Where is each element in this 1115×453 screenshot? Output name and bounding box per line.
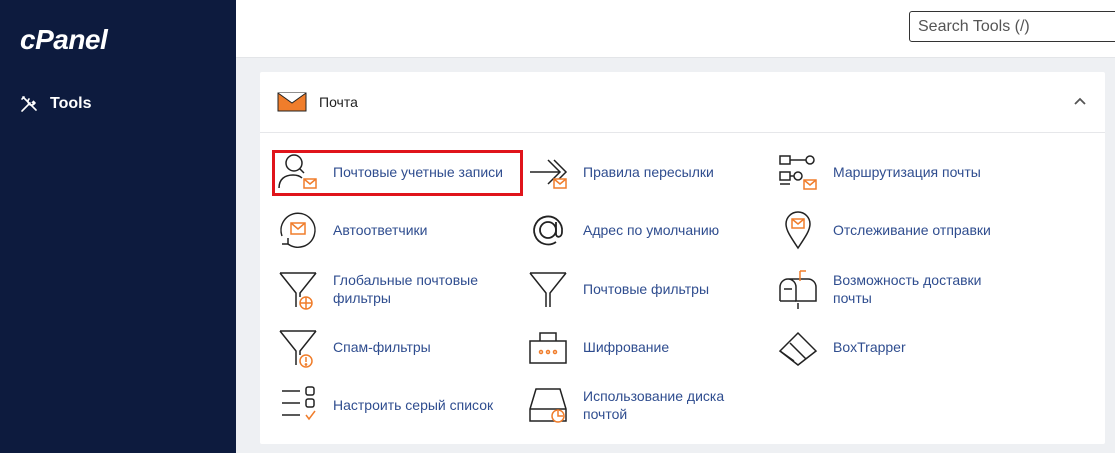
- tool-global-filters[interactable]: Глобальные почтовые фильтры: [276, 267, 513, 311]
- top-bar: [236, 0, 1115, 58]
- tool-boxtrapper[interactable]: BoxTrapper: [776, 325, 1013, 369]
- tool-email-routing[interactable]: Маршрутизация почты: [776, 150, 1013, 194]
- tool-label: Настроить серый список: [333, 397, 494, 413]
- tool-label: Правила пересылки: [583, 164, 714, 180]
- tool-label: Адрес по умолчанию: [583, 222, 720, 238]
- boxtrapper-icon: [776, 325, 820, 369]
- tool-greylisting[interactable]: Настроить серый список: [276, 383, 513, 427]
- tool-label: Спам-фильтры: [333, 339, 431, 355]
- email-accounts-icon: [276, 150, 320, 194]
- tool-email-filters[interactable]: Почтовые фильтры: [526, 267, 763, 311]
- global-filters-icon: [276, 267, 320, 311]
- spam-filters-icon: [276, 325, 320, 369]
- tool-label: Почтовые фильтры: [583, 281, 710, 297]
- tools-icon: [21, 96, 37, 112]
- autoresponders-icon: [276, 208, 320, 252]
- tool-email-accounts[interactable]: Почтовые учетные записи: [276, 150, 513, 194]
- forwarders-icon: [526, 150, 570, 194]
- tool-track-delivery[interactable]: Отслеживание отправки: [776, 208, 1013, 252]
- tool-label: Возможность доставки почты: [833, 272, 982, 306]
- email-section-header[interactable]: Почта: [260, 72, 1105, 133]
- email-section-panel: Почта Почтовые учетные записи Правила пе…: [260, 72, 1105, 444]
- email-deliverability-icon: [776, 267, 820, 311]
- envelope-icon: [277, 92, 307, 112]
- disk-usage-icon: [526, 383, 570, 427]
- email-routing-icon: [776, 150, 820, 194]
- cpanel-logo[interactable]: cPanel: [20, 24, 108, 56]
- email-filters-icon: [526, 267, 570, 311]
- tool-spam-filters[interactable]: Спам-фильтры: [276, 325, 513, 369]
- tool-email-deliverability[interactable]: Возможность доставки почты: [776, 267, 1013, 311]
- default-address-icon: [526, 208, 570, 252]
- tool-label: Глобальные почтовые фильтры: [333, 272, 479, 306]
- tool-label: Почтовые учетные записи: [333, 164, 503, 180]
- tool-label: BoxTrapper: [833, 339, 906, 355]
- sidebar-item-label: Tools: [50, 95, 92, 112]
- track-delivery-icon: [776, 208, 820, 252]
- tool-default-address[interactable]: Адрес по умолчанию: [526, 208, 763, 252]
- encryption-icon: [526, 325, 570, 369]
- section-title: Почта: [319, 94, 358, 110]
- search-input[interactable]: [909, 11, 1115, 42]
- sidebar-item-tools[interactable]: Tools: [20, 90, 91, 118]
- tool-label: Маршрутизация почты: [833, 164, 981, 180]
- tool-label: Отслеживание отправки: [833, 222, 991, 238]
- tool-disk-usage[interactable]: Использование диска почтой: [526, 383, 763, 427]
- tool-autoresponders[interactable]: Автоответчики: [276, 208, 513, 252]
- greylisting-icon: [276, 383, 320, 427]
- tool-forwarders[interactable]: Правила пересылки: [526, 150, 763, 194]
- tool-label: Использование диска почтой: [583, 388, 725, 422]
- chevron-up-icon[interactable]: [1073, 96, 1087, 106]
- tool-label: Шифрование: [583, 339, 670, 355]
- sidebar: cPanel Tools: [0, 0, 236, 453]
- tool-encryption[interactable]: Шифрование: [526, 325, 763, 369]
- tool-label: Автоответчики: [333, 222, 428, 238]
